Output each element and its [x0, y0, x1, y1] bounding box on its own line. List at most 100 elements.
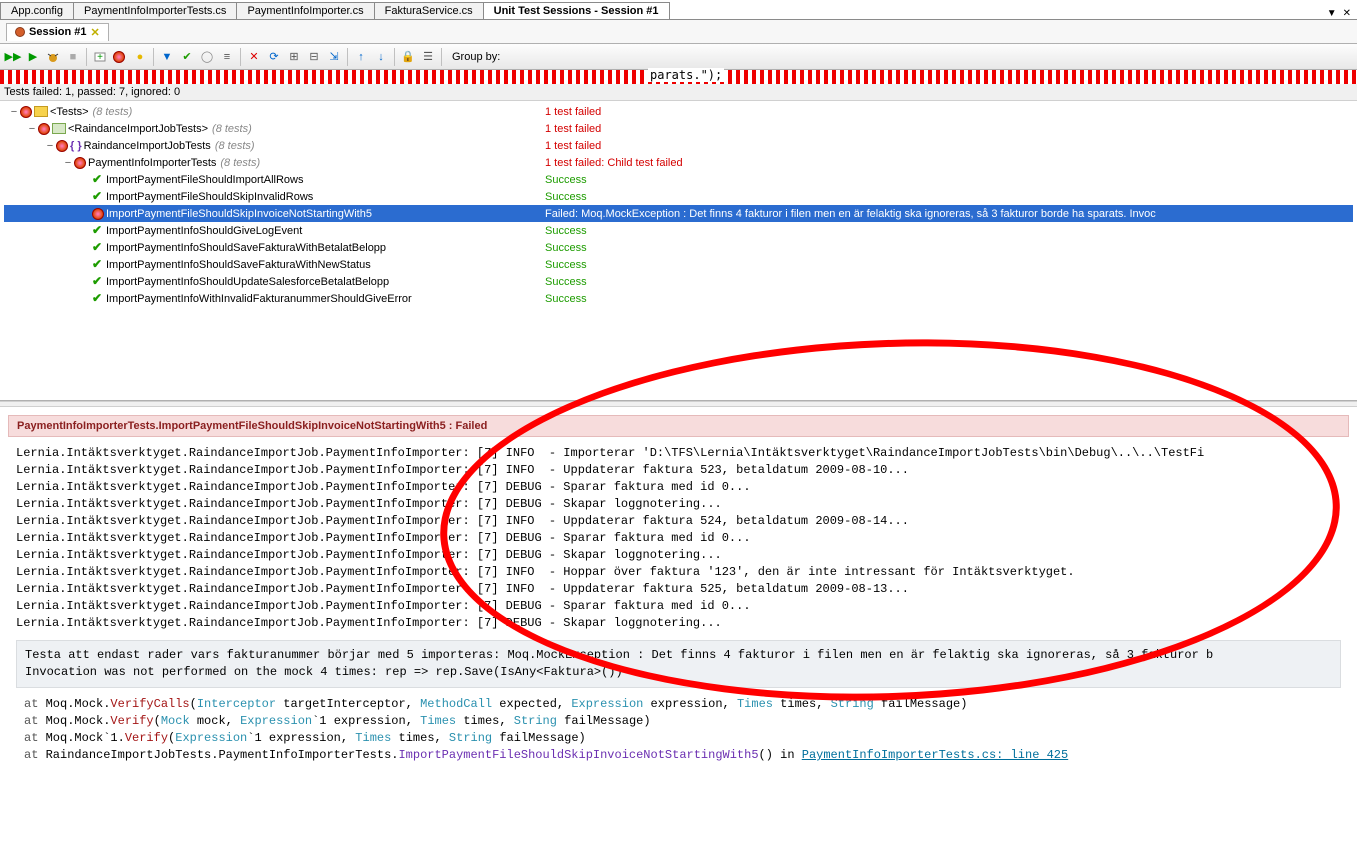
- group-by-label: Group by:: [452, 51, 500, 63]
- test-status: Success: [545, 259, 587, 271]
- file-tab[interactable]: PaymentInfoImporter.cs: [236, 2, 374, 19]
- test-name: <Tests>: [50, 106, 89, 118]
- test-name: PaymentInfoImporterTests: [88, 157, 216, 169]
- session-tab[interactable]: Session #1 ✕: [6, 23, 109, 41]
- toolbar: ▶▶ ▶ ■ + ● ▼ ✔ ◯ ≡ ✕ ⟳ ⊞ ⊟ ⇲ ↑ ↓ 🔒 ☰ Gro…: [0, 44, 1357, 70]
- tree-row[interactable]: − { }RaindanceImportJobTests (8 tests) 1 te…: [4, 137, 1353, 154]
- tree-row[interactable]: ImportPaymentFileShouldImportAllRows Succ…: [4, 171, 1353, 188]
- tree-row[interactable]: ImportPaymentInfoShouldGiveLogEvent Succe…: [4, 222, 1353, 239]
- tree-row[interactable]: ImportPaymentInfoShouldUpdateSalesforceB…: [4, 273, 1353, 290]
- export-icon[interactable]: ⇲: [325, 48, 343, 66]
- test-name: ImportPaymentInfoShouldSaveFakturaWithNe…: [106, 259, 371, 271]
- test-status: Success: [545, 191, 587, 203]
- folder-icon: [34, 106, 48, 117]
- output-pane: PaymentInfoImporterTests.ImportPaymentFi…: [0, 407, 1357, 764]
- pass-icon: [92, 259, 104, 271]
- pass-icon: [92, 174, 104, 186]
- test-name: ImportPaymentFileShouldSkipInvoiceNotSta…: [106, 208, 372, 220]
- separator: [240, 48, 241, 66]
- pass-icon: [92, 293, 104, 305]
- stack-frame[interactable]: at RaindanceImportJobTests.PaymentInfoIm…: [24, 747, 1333, 764]
- remove-fail-icon[interactable]: [111, 48, 129, 66]
- tree-row[interactable]: − PaymentInfoImporterTests (8 tests) 1 test…: [4, 154, 1353, 171]
- tree-row[interactable]: ImportPaymentFileShouldSkipInvalidRows Su…: [4, 188, 1353, 205]
- dropdown-icon[interactable]: ▼: [1327, 8, 1337, 19]
- close-icon[interactable]: ✕: [1343, 8, 1351, 19]
- session-icon: [15, 27, 25, 37]
- project-icon: [52, 123, 66, 134]
- pass-icon: [92, 276, 104, 288]
- error-message[interactable]: Testa att endast rader vars fakturanumme…: [16, 640, 1341, 688]
- session-close-icon[interactable]: ✕: [90, 26, 99, 39]
- file-tab[interactable]: App.config: [0, 2, 74, 19]
- fail-icon: [74, 157, 86, 169]
- test-status: Success: [545, 225, 587, 237]
- prev-icon[interactable]: ↑: [352, 48, 370, 66]
- test-name: ImportPaymentFileShouldImportAllRows: [106, 174, 303, 186]
- test-status: Success: [545, 242, 587, 254]
- file-tab[interactable]: FakturaService.cs: [374, 2, 484, 19]
- tree-row[interactable]: ImportPaymentFileShouldSkipInvoiceNotSta…: [4, 205, 1353, 222]
- options-icon[interactable]: ☰: [419, 48, 437, 66]
- stop-icon[interactable]: ■: [64, 48, 82, 66]
- separator: [394, 48, 395, 66]
- stack-trace[interactable]: at Moq.Mock.VerifyCalls(Interceptor targ…: [8, 696, 1349, 764]
- test-count: (8 tests): [220, 157, 260, 169]
- pass-icon: [92, 242, 104, 254]
- test-name: ImportPaymentInfoShouldGiveLogEvent: [106, 225, 302, 237]
- refresh-icon[interactable]: ⟳: [265, 48, 283, 66]
- filter-pass-icon[interactable]: ✔: [178, 48, 196, 66]
- fail-icon: [20, 106, 32, 118]
- lock-icon[interactable]: 🔒: [399, 48, 417, 66]
- remove-warn-icon[interactable]: ●: [131, 48, 149, 66]
- filter-circle-icon[interactable]: ◯: [198, 48, 216, 66]
- tree-row[interactable]: ImportPaymentInfoShouldSaveFakturaWithNe…: [4, 256, 1353, 273]
- tree-row[interactable]: −<RaindanceImportJobTests>(8 tests)1 tes…: [4, 120, 1353, 137]
- tree-row[interactable]: ImportPaymentInfoWithInvalidFakturanumme…: [4, 290, 1353, 307]
- test-status: Success: [545, 174, 587, 186]
- file-tab-bar: App.configPaymentInfoImporterTests.csPay…: [0, 0, 1357, 20]
- test-name: ImportPaymentFileShouldSkipInvalidRows: [106, 191, 313, 203]
- fail-icon: [56, 140, 68, 152]
- pass-icon: [92, 225, 104, 237]
- test-count: (8 tests): [215, 140, 255, 152]
- separator: [86, 48, 87, 66]
- filter-list-icon[interactable]: ≡: [218, 48, 236, 66]
- test-status: Success: [545, 276, 587, 288]
- separator: [153, 48, 154, 66]
- tree-toggle-icon[interactable]: −: [26, 123, 38, 135]
- stack-frame: at Moq.Mock.VerifyCalls(Interceptor targ…: [24, 696, 1333, 713]
- test-status: 1 test failed: [545, 140, 601, 152]
- namespace-icon: { }: [70, 140, 82, 152]
- test-status: 1 test failed: Child test failed: [545, 157, 683, 169]
- test-name: ImportPaymentInfoShouldSaveFakturaWithBe…: [106, 242, 386, 254]
- run-all-icon[interactable]: ▶▶: [4, 48, 22, 66]
- tree-row[interactable]: −<Tests>(8 tests)1 test failed: [4, 103, 1353, 120]
- delete-icon[interactable]: ✕: [245, 48, 263, 66]
- tree-row[interactable]: ImportPaymentInfoShouldSaveFakturaWithBe…: [4, 239, 1353, 256]
- test-tree[interactable]: −<Tests>(8 tests)1 test failed−<Raindanc…: [0, 101, 1357, 401]
- test-name: <RaindanceImportJobTests>: [68, 123, 208, 135]
- session-tab-label: Session #1: [29, 26, 86, 38]
- red-dotted-strip: parats.");: [0, 70, 1357, 84]
- test-name: RaindanceImportJobTests: [84, 140, 211, 152]
- test-name: ImportPaymentInfoWithInvalidFakturanumme…: [106, 293, 412, 305]
- overflow-text: parats.");: [648, 68, 724, 82]
- filter-icon[interactable]: ▼: [158, 48, 176, 66]
- tree-toggle-icon[interactable]: −: [8, 106, 20, 118]
- fail-icon: [38, 123, 50, 135]
- collapse-icon[interactable]: ⊟: [305, 48, 323, 66]
- file-tab[interactable]: Unit Test Sessions - Session #1: [483, 2, 670, 19]
- test-status: Success: [545, 293, 587, 305]
- test-count: (8 tests): [93, 106, 133, 118]
- file-tab[interactable]: PaymentInfoImporterTests.cs: [73, 2, 237, 19]
- log-output[interactable]: Lernia.Intäktsverktyget.RaindanceImportJ…: [8, 445, 1349, 632]
- next-icon[interactable]: ↓: [372, 48, 390, 66]
- test-count: (8 tests): [212, 123, 252, 135]
- debug-icon[interactable]: [44, 48, 62, 66]
- add-icon[interactable]: +: [91, 48, 109, 66]
- tree-toggle-icon[interactable]: −: [62, 157, 74, 169]
- tree-icon[interactable]: ⊞: [285, 48, 303, 66]
- run-icon[interactable]: ▶: [24, 48, 42, 66]
- tree-toggle-icon[interactable]: −: [44, 140, 56, 152]
